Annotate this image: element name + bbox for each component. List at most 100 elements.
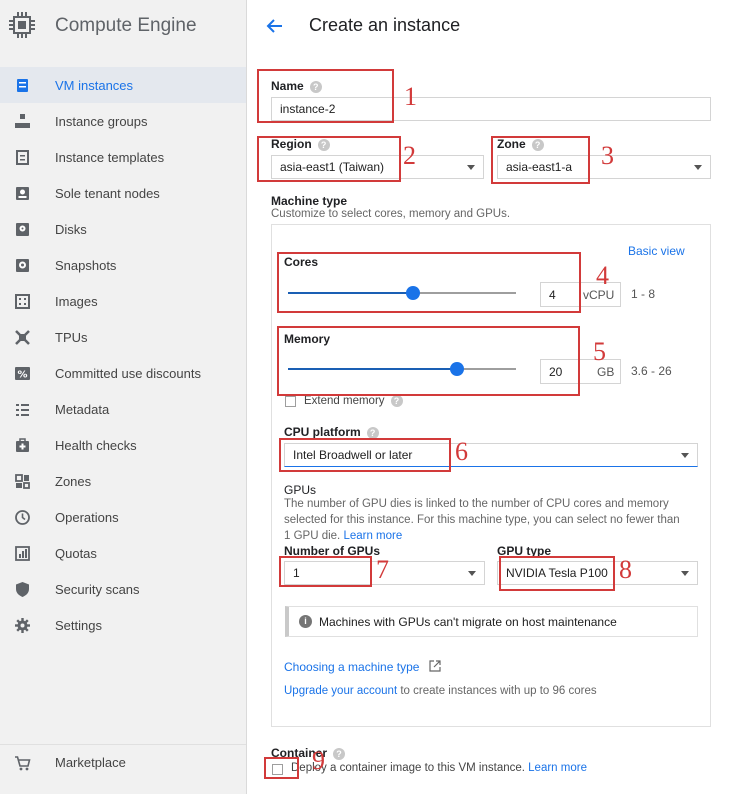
choosing-machine-type-row: Choosing a machine type (284, 660, 441, 674)
cores-range: 1 - 8 (631, 287, 656, 301)
cpu-platform-label: CPU platform? (284, 425, 379, 439)
sidebar-item-label: Snapshots (55, 257, 117, 273)
sidebar-item-label: Disks (55, 221, 87, 237)
page-header: Create an instance (248, 0, 729, 52)
sidebar-item-instance-groups[interactable]: Instance groups (0, 103, 246, 139)
external-link-icon[interactable] (429, 660, 441, 672)
annotation-box-5 (277, 326, 580, 396)
annotation-number-8: 8 (619, 555, 632, 584)
annotation-box-6 (279, 438, 451, 472)
sidebar-item-operations[interactable]: Operations (0, 499, 246, 535)
sidebar-item-label: Health checks (55, 437, 137, 453)
sidebar-item-images[interactable]: Images (0, 283, 246, 319)
app-window: Compute Engine VM instances Instance gro… (0, 0, 729, 794)
sidebar-item-label: TPUs (55, 329, 88, 345)
container-checkbox-label: Deploy a container image to this VM inst… (291, 762, 587, 774)
container-learn-more-link[interactable]: Learn more (528, 762, 587, 774)
upgrade-account-link[interactable]: Upgrade your account (284, 685, 397, 697)
gpus-description-line1: The number of GPU dies is linked to the … (284, 498, 669, 510)
sidebar-item-committed-use-discounts[interactable]: % Committed use discounts (0, 355, 246, 391)
annotation-number-9: 9 (312, 746, 325, 775)
annotation-box-2 (257, 136, 401, 182)
quotas-icon (15, 546, 30, 561)
chevron-down-icon (467, 165, 475, 170)
sidebar-item-tpus[interactable]: TPUs (0, 319, 246, 355)
choosing-machine-type-link[interactable]: Choosing a machine type (284, 660, 419, 674)
help-icon[interactable]: ? (390, 395, 403, 407)
sidebar-item-metadata[interactable]: Metadata (0, 391, 246, 427)
sidebar-item-label: Metadata (55, 401, 110, 417)
sidebar-item-sole-tenant-nodes[interactable]: Sole tenant nodes (0, 175, 246, 211)
upgrade-text: to create instances with up to 96 cores (397, 685, 597, 697)
chevron-down-icon (468, 571, 476, 576)
extend-memory-text: Extend memory (304, 395, 385, 408)
annotation-box-1 (257, 69, 394, 123)
gpus-learn-more-link[interactable]: Learn more (343, 530, 402, 542)
container-checkbox-text: Deploy a container image to this VM inst… (291, 762, 525, 774)
annotation-number-7: 7 (376, 555, 389, 584)
annotation-box-9 (264, 757, 299, 779)
annotation-box-8 (499, 556, 615, 591)
gpus-description-line2: selected for this instance. For this mac… (284, 514, 680, 526)
cart-icon (15, 756, 31, 771)
vm-instances-icon (17, 79, 28, 92)
sole-tenant-icon (16, 187, 29, 200)
annotation-number-3: 3 (601, 141, 614, 170)
sidebar-item-label: Operations (55, 509, 119, 525)
machine-type-label: Machine type (271, 194, 348, 208)
annotation-box-7 (279, 556, 372, 587)
brand: Compute Engine (0, 0, 247, 52)
basic-view-link[interactable]: Basic view (628, 244, 685, 258)
percent-icon: % (15, 367, 30, 381)
help-icon[interactable]: ? (333, 747, 346, 760)
tpu-icon (15, 330, 30, 345)
sidebar-item-label: Security scans (55, 581, 140, 597)
product-title: Compute Engine (55, 15, 197, 36)
info-icon: i (299, 615, 312, 628)
health-icon (16, 438, 29, 452)
back-arrow-icon[interactable] (264, 16, 284, 36)
memory-range: 3.6 - 26 (631, 364, 672, 378)
cpu-platform-label-text: CPU platform (284, 425, 361, 439)
annotation-number-2: 2 (403, 141, 416, 170)
annotation-number-1: 1 (404, 82, 417, 111)
sidebar-item-settings[interactable]: Settings (0, 607, 246, 643)
sidebar-item-health-checks[interactable]: Health checks (0, 427, 246, 463)
snapshot-icon (16, 259, 29, 272)
disk-icon (16, 223, 29, 236)
sidebar-item-disks[interactable]: Disks (0, 211, 246, 247)
sidebar-item-quotas[interactable]: Quotas (0, 535, 246, 571)
annotation-box-4 (277, 252, 581, 313)
sidebar-item-label: Quotas (55, 545, 97, 561)
extend-memory-checkbox[interactable] (285, 396, 296, 407)
sidebar-item-security-scans[interactable]: Security scans (0, 571, 246, 607)
annotation-number-5: 5 (593, 337, 606, 366)
machine-type-subtext: Customize to select cores, memory and GP… (271, 208, 511, 220)
sidebar-item-snapshots[interactable]: Snapshots (0, 247, 246, 283)
clock-icon (15, 510, 30, 525)
notice-text: Machines with GPUs can't migrate on host… (319, 614, 617, 629)
sidebar-item-zones[interactable]: Zones (0, 463, 246, 499)
chevron-down-icon (681, 571, 689, 576)
annotation-number-6: 6 (455, 437, 468, 466)
sidebar-item-marketplace[interactable]: Marketplace (0, 744, 246, 780)
annotation-box-3 (491, 136, 590, 184)
sidebar-item-label: Settings (55, 617, 102, 633)
annotation-number-4: 4 (596, 261, 609, 290)
gpus-description-line3: 1 GPU die. Learn more (284, 530, 402, 542)
sidebar-item-label: Committed use discounts (55, 365, 201, 381)
images-icon (15, 294, 30, 309)
sidebar-item-label: Images (55, 293, 98, 309)
sidebar-item-label: Sole tenant nodes (55, 185, 160, 201)
svg-text:%: % (17, 370, 27, 381)
metadata-icon (16, 404, 29, 416)
sidebar-item-label: VM instances (55, 77, 134, 93)
chevron-down-icon (681, 453, 689, 458)
gpus-description-text: 1 GPU die. (284, 530, 341, 542)
gear-icon (15, 618, 30, 633)
extend-memory-label: Extend memory? (304, 395, 403, 407)
compute-engine-icon (9, 12, 35, 38)
sidebar-item-label: Instance templates (55, 149, 165, 165)
sidebar-item-instance-templates[interactable]: Instance templates (0, 139, 246, 175)
sidebar-item-vm-instances[interactable]: VM instances (0, 67, 246, 103)
